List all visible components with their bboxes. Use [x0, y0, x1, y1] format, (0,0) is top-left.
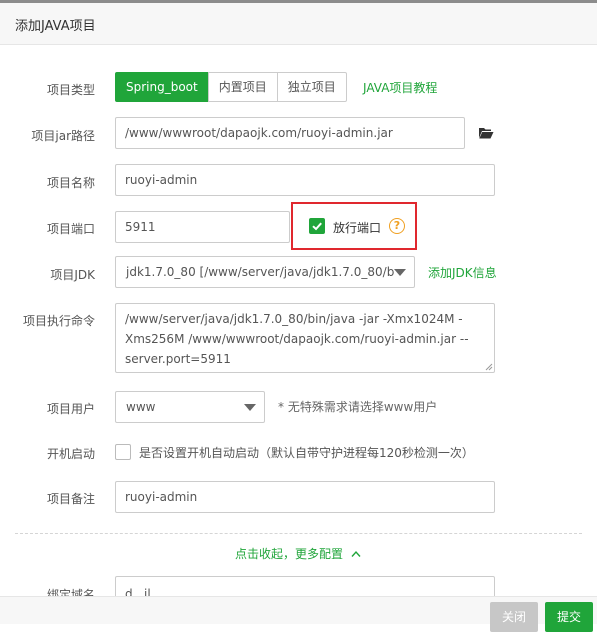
folder-open-icon[interactable]: [478, 126, 494, 140]
project-type-segmented: Spring_boot 内置项目 独立项目: [115, 72, 347, 102]
submit-button[interactable]: 提交: [545, 602, 594, 632]
jar-path-label: 项目jar路径: [31, 129, 95, 143]
remark-label: 项目备注: [46, 492, 95, 506]
project-type-label: 项目类型: [46, 83, 95, 97]
autostart-label: 开机启动: [46, 447, 95, 461]
chevron-down-icon: [394, 269, 406, 276]
type-standalone-button[interactable]: 独立项目: [276, 72, 347, 102]
release-port-checkbox[interactable]: [309, 218, 325, 234]
autostart-description: 是否设置开机自动启动（默认自带守护进程每120秒检测一次）: [139, 446, 474, 460]
release-port-label: 放行端口: [333, 221, 382, 235]
type-builtin-button[interactable]: 内置项目: [207, 72, 278, 102]
jdk-select[interactable]: jdk1.7.0_80 [/www/server/java/jdk1.7.0_8…: [115, 256, 415, 288]
command-label: 项目执行命令: [22, 314, 95, 328]
java-tutorial-link[interactable]: JAVA项目教程: [363, 79, 437, 96]
project-port-label: 项目端口: [46, 222, 95, 236]
user-note: * 无特殊需求请选择www用户: [278, 400, 438, 414]
project-port-input[interactable]: 5911: [115, 211, 290, 243]
command-text: /www/server/java/jdk1.7.0_80/bin/java -j…: [125, 312, 469, 366]
project-name-label: 项目名称: [46, 176, 95, 190]
help-icon[interactable]: ?: [389, 218, 405, 234]
collapse-more-settings-link[interactable]: 点击收起，更多配置: [235, 545, 361, 562]
command-textarea[interactable]: /www/server/java/jdk1.7.0_80/bin/java -j…: [115, 303, 495, 373]
resize-grip-icon[interactable]: [485, 363, 493, 371]
user-select-value: www: [126, 400, 156, 414]
add-jdk-link[interactable]: 添加JDK信息: [428, 264, 497, 281]
collapse-link-text: 点击收起，更多配置: [235, 547, 344, 561]
section-divider: [15, 533, 582, 534]
project-user-label: 项目用户: [46, 402, 95, 416]
user-select[interactable]: www: [115, 391, 265, 423]
close-button[interactable]: 关闭: [490, 602, 539, 632]
checkmark-icon: [312, 222, 322, 231]
project-name-input[interactable]: ruoyi-admin: [115, 164, 495, 196]
remark-input[interactable]: ruoyi-admin: [115, 481, 495, 513]
dialog-title: 添加JAVA项目: [15, 19, 96, 34]
chevron-down-icon: [244, 404, 256, 411]
jdk-select-value: jdk1.7.0_80 [/www/server/java/jdk1.7.0_8…: [126, 265, 395, 279]
autostart-checkbox[interactable]: [115, 444, 131, 460]
project-jdk-label: 项目JDK: [50, 268, 95, 282]
dialog-header: 添加JAVA项目: [0, 3, 597, 45]
chevron-up-icon: [351, 550, 361, 557]
type-spring-boot-button[interactable]: Spring_boot: [115, 72, 209, 102]
jar-path-input[interactable]: /www/wwwroot/dapaojk.com/ruoyi-admin.jar: [115, 117, 465, 149]
